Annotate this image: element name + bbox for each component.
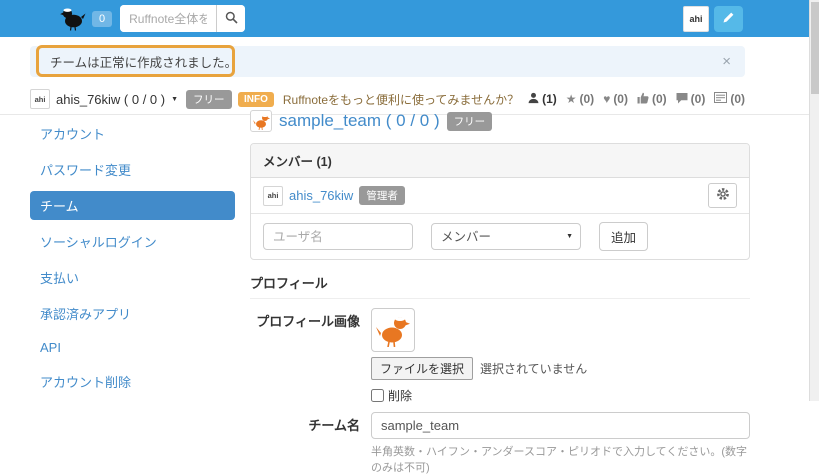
current-user-dropdown[interactable]: ahi ahis_76kiw ( 0 / 0 ) ▼ [30, 89, 178, 109]
plan-badge: フリー [186, 90, 232, 109]
team-name-input[interactable] [371, 412, 750, 439]
scrollbar-thumb[interactable] [811, 2, 819, 94]
list-icon [714, 92, 727, 106]
bird-mascot-image [376, 313, 410, 347]
user-bar: ahi ahis_76kiw ( 0 / 0 ) ▼ フリー INFO Ruff… [30, 88, 745, 110]
global-search [120, 5, 245, 32]
member-row: ahi ahis_76kiw 管理者 [251, 178, 749, 214]
member-role-select[interactable]: メンバー [431, 223, 581, 250]
user-icon [528, 92, 539, 107]
new-post-button[interactable] [714, 6, 743, 32]
stat-likes[interactable]: ♥ (0) [603, 92, 628, 106]
sidebar-item-team[interactable]: チーム [30, 191, 235, 220]
member-name-link[interactable]: ahis_76kiw [289, 188, 353, 203]
add-member-form: メンバー ▼ 追加 [251, 214, 749, 259]
profile-image-preview [371, 308, 415, 352]
sidebar-item-social-login[interactable]: ソーシャルログイン [30, 227, 235, 256]
team-title-link[interactable]: sample_team ( 0 / 0 ) [279, 111, 440, 131]
user-avatar[interactable]: ahi [683, 6, 709, 32]
pencil-icon [722, 11, 735, 27]
team-avatar [250, 110, 272, 132]
sidebar-item-delete-account[interactable]: アカウント削除 [30, 367, 235, 396]
main-content: sample_team ( 0 / 0 ) フリー メンバー (1) ahi a… [250, 110, 750, 475]
thumbs-up-icon [637, 92, 649, 107]
team-heading: sample_team ( 0 / 0 ) フリー [250, 110, 750, 132]
alert-message: チームは正常に作成されました。 [30, 52, 237, 71]
member-role-select-wrap: メンバー ▼ [431, 223, 581, 250]
profile-image-label: プロフィール画像 [250, 308, 360, 404]
alert-close-icon[interactable]: × [722, 54, 731, 69]
add-member-button[interactable]: 追加 [599, 222, 648, 251]
team-name-help-text: 半角英数・ハイフン・アンダースコア・ピリオドで入力してください。(数字のみは不可… [371, 443, 750, 475]
gear-icon [716, 187, 730, 204]
info-badge: INFO [238, 92, 274, 107]
search-button[interactable] [216, 5, 245, 32]
stat-followers[interactable]: (1) [528, 92, 557, 107]
members-panel: メンバー (1) ahi ahis_76kiw 管理者 メンバー ▼ [250, 143, 750, 260]
file-status-text: 選択されていません [480, 360, 587, 377]
promo-link[interactable]: Ruffnoteをもっと便利に使ってみませんか？ [283, 91, 519, 108]
sidebar-item-approved-apps[interactable]: 承認済みアプリ [30, 299, 235, 328]
star-icon: ★ [566, 92, 577, 106]
comment-icon [676, 92, 688, 107]
delete-image-label: 削除 [388, 387, 412, 404]
delete-image-checkbox-row: 削除 [371, 387, 750, 404]
team-name-label: チーム名 [250, 412, 360, 475]
sidebar-item-account[interactable]: アカウント [30, 119, 235, 148]
avatar: ahi [30, 89, 50, 109]
top-navbar: 0 ahi [0, 0, 809, 37]
stat-thumbs-up[interactable]: (0) [637, 92, 667, 107]
sidebar-item-password[interactable]: パスワード変更 [30, 155, 235, 184]
search-input[interactable] [120, 5, 216, 32]
notification-count-badge[interactable]: 0 [92, 11, 112, 27]
ruffnote-bird-logo-icon[interactable] [60, 7, 86, 31]
profile-form: プロフィール画像 ファイルを選択 選択されていません 削除 [250, 308, 750, 475]
profile-section-divider [250, 298, 750, 299]
settings-sidebar: アカウント パスワード変更 チーム ソーシャルログイン 支払い 承認済みアプリ … [30, 119, 235, 403]
sidebar-item-api[interactable]: API [30, 335, 235, 360]
chevron-down-icon: ▼ [171, 96, 178, 103]
sidebar-item-payment[interactable]: 支払い [30, 263, 235, 292]
member-settings-button[interactable] [708, 183, 737, 208]
member-avatar: ahi [263, 186, 283, 206]
heart-icon: ♥ [603, 92, 610, 106]
success-alert: チームは正常に作成されました。 × [30, 46, 745, 77]
profile-section-header: プロフィール [250, 273, 750, 292]
team-plan-badge: フリー [447, 112, 493, 131]
member-role-badge: 管理者 [359, 186, 405, 205]
delete-image-checkbox[interactable] [371, 389, 384, 402]
stat-posts[interactable]: (0) [714, 92, 745, 106]
vertical-scrollbar[interactable] [809, 0, 819, 401]
members-panel-header: メンバー (1) [251, 144, 749, 178]
stat-stars[interactable]: ★ (0) [566, 92, 594, 106]
magnifier-icon [225, 11, 238, 27]
stat-comments[interactable]: (0) [676, 92, 706, 107]
choose-file-button[interactable]: ファイルを選択 [371, 357, 473, 380]
username-label: ahis_76kiw ( 0 / 0 ) [56, 92, 165, 107]
member-username-input[interactable] [263, 223, 413, 250]
